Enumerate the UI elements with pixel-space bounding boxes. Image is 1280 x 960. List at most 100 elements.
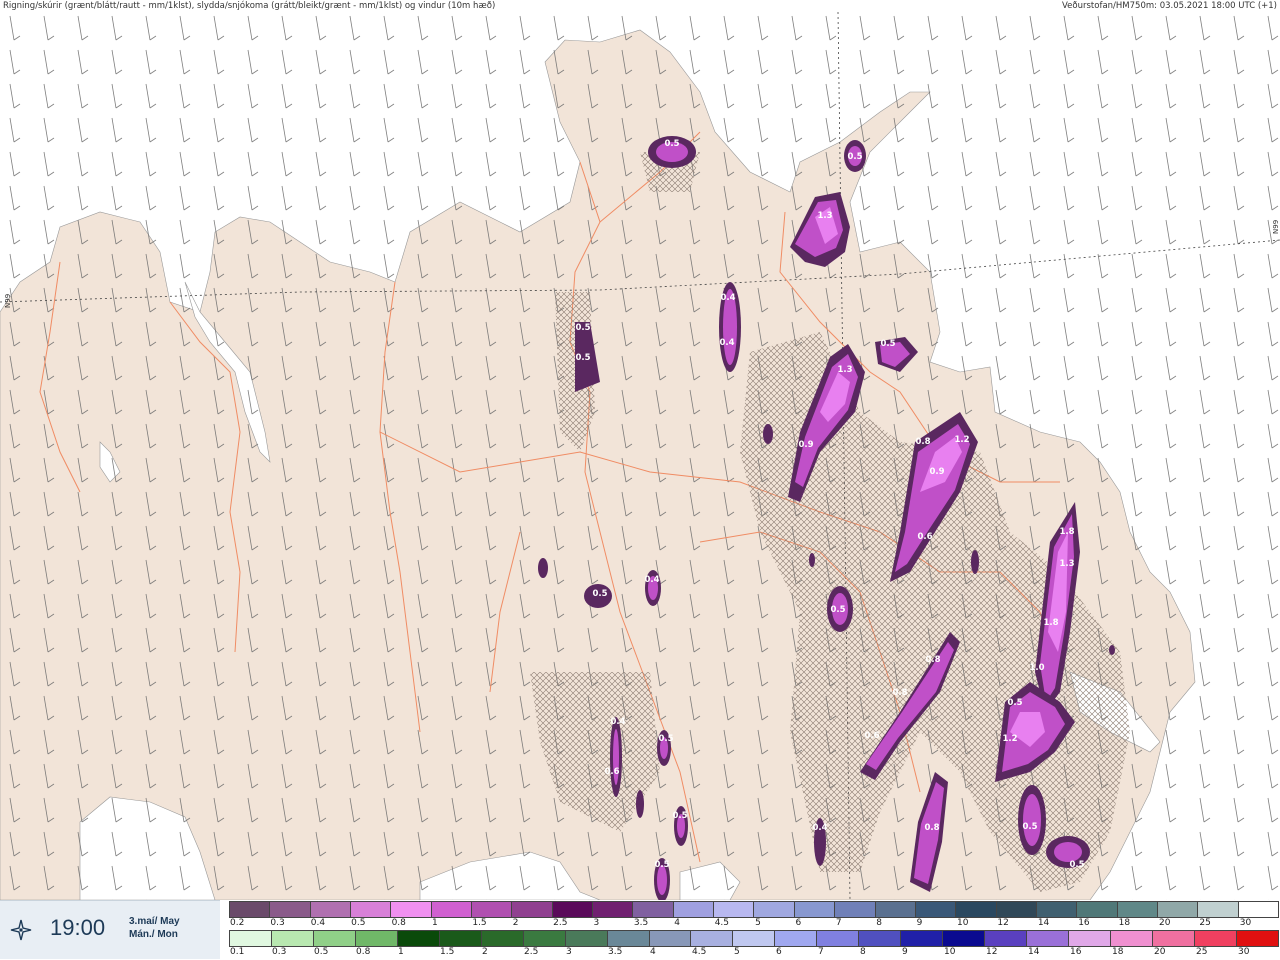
precip-label: 1.3 bbox=[817, 211, 832, 221]
colorbar-swatch bbox=[593, 902, 634, 917]
grid-label-west: N99 bbox=[4, 294, 12, 308]
colorbar-swatch bbox=[481, 931, 524, 946]
precip-label: 1.2 bbox=[1002, 734, 1017, 744]
precip-label: 0.9 bbox=[929, 467, 944, 477]
colorbar-label: 2.5 bbox=[524, 947, 539, 957]
colorbar-swatch bbox=[1036, 902, 1078, 917]
colorbar-swatch bbox=[552, 902, 594, 917]
time-panel: 19:00 3.maí/ May Mán./ Mon bbox=[0, 900, 220, 959]
colorbar-swatch bbox=[733, 931, 776, 946]
colorbar-swatch bbox=[565, 931, 608, 946]
precip-label: 0.6 bbox=[917, 532, 932, 542]
precip-label: 0.5 bbox=[575, 323, 590, 333]
colorbar-swatch bbox=[397, 931, 440, 946]
colorbar-label: 14 bbox=[1028, 947, 1040, 957]
precip-label: 0.4 bbox=[610, 717, 625, 727]
colorbar-swatch bbox=[431, 902, 473, 917]
colorbar-label: 9 bbox=[902, 947, 908, 957]
precip-label: 0.4 bbox=[720, 293, 735, 303]
precip-label: 1.8 bbox=[1043, 618, 1058, 628]
precip-label: 0.5 bbox=[830, 605, 845, 615]
precip-label: 0.8 bbox=[925, 655, 940, 665]
date-line-1: 3.maí/ May bbox=[129, 916, 180, 927]
colorbar-label: 4 bbox=[650, 947, 656, 957]
precip-label: 0.5 bbox=[658, 734, 673, 744]
colorbar-swatch bbox=[512, 902, 553, 917]
precip-label: 0.5 bbox=[664, 139, 679, 149]
wind-rose-icon[interactable] bbox=[10, 919, 32, 941]
colorbar-swatch bbox=[230, 902, 271, 917]
precip-label: 0.5 bbox=[1022, 822, 1037, 832]
precip-label: 0.8 bbox=[915, 437, 930, 447]
snow-colorbar-swatches bbox=[229, 930, 1279, 947]
colorbar-swatch bbox=[775, 931, 818, 946]
precip-label: 0.5 bbox=[592, 589, 607, 599]
colorbar-swatch bbox=[1236, 931, 1278, 946]
colorbar-swatch bbox=[649, 931, 692, 946]
colorbar-swatch bbox=[1077, 902, 1118, 917]
precip-label: 0.6 bbox=[864, 731, 879, 741]
colorbar-label: 7 bbox=[818, 947, 824, 957]
precip-label: 1.8 bbox=[1059, 527, 1074, 537]
colorbar-label: 3.5 bbox=[608, 947, 623, 957]
snow-colorbar-labels: 0.1 0.3 0.5 0.8 1 1.5 2 2.5 3 3.5 4 4.5 5 6 7 8 9 10 12 14 1… bbox=[229, 947, 1279, 960]
colorbar-swatch bbox=[1152, 931, 1195, 946]
map-source-label: Veðurstofan/HM750m: 03.05.2021 18:00 UTC… bbox=[1062, 1, 1277, 11]
colorbar-label: 0.3 bbox=[272, 947, 287, 957]
colorbar-label: 10 bbox=[944, 947, 956, 957]
forecast-time: 19:00 bbox=[50, 915, 106, 940]
colorbar-swatch bbox=[633, 902, 674, 917]
colorbar-swatch bbox=[439, 931, 482, 946]
precip-label: 1.2 bbox=[954, 435, 969, 445]
colorbar-swatch bbox=[956, 902, 997, 917]
forecast-date: 3.maí/ May Mán./ Mon bbox=[129, 915, 180, 941]
colorbar-label: 1.5 bbox=[440, 947, 455, 957]
colorbar-swatch bbox=[391, 902, 432, 917]
colorbar-swatch bbox=[915, 902, 957, 917]
precip-label: 0.5 bbox=[1069, 860, 1084, 870]
precip-label: 0.5 bbox=[672, 811, 687, 821]
weather-map[interactable]: N99 N99 0.5 0.5 1.3 0.4 0.4 0.5 0.5 1.3 … bbox=[0, 12, 1280, 900]
colorbar-label: 8 bbox=[860, 947, 866, 957]
precip-label: 0.4 bbox=[812, 823, 827, 833]
colorbar-swatch bbox=[472, 902, 513, 917]
colorbar-label: 16 bbox=[1070, 947, 1082, 957]
colorbar-label: 0.8 bbox=[356, 947, 371, 957]
colorbar-label: 1 bbox=[398, 947, 404, 957]
colorbar-label: 25 bbox=[1196, 947, 1208, 957]
colorbar-label: 2 bbox=[482, 947, 488, 957]
colorbar-label: 12 bbox=[986, 947, 998, 957]
precip-label: 0.9 bbox=[798, 440, 813, 450]
precip-label: 1.3 bbox=[837, 365, 852, 375]
colorbar-label: 0.1 bbox=[230, 947, 245, 957]
colorbar-label: 30 bbox=[1238, 947, 1250, 957]
colorbar-swatch bbox=[523, 931, 566, 946]
colorbar-swatch bbox=[673, 902, 715, 917]
rain-colorbar-swatches bbox=[229, 901, 1279, 918]
precip-label: 0.5 bbox=[847, 152, 862, 162]
precip-label: 1.0 bbox=[1029, 663, 1044, 673]
colorbar-label: 5 bbox=[734, 947, 740, 957]
rain-colorbar: 0.2 0.3 0.4 0.5 0.8 1 1.5 2 2.5 3 3.5 4 4.5 5 6 7 8 9 10 12… bbox=[229, 901, 1279, 929]
colorbar-swatch bbox=[691, 931, 734, 946]
colorbar-swatch bbox=[313, 931, 356, 946]
grid-label-east: N99 bbox=[1272, 220, 1280, 234]
map-title: Rigning/skúrir (grænt/blátt/rautt - mm/1… bbox=[3, 1, 496, 11]
colorbar-swatch bbox=[817, 931, 860, 946]
precip-label: 0.8 bbox=[892, 688, 907, 698]
precip-label: 0.5 bbox=[880, 339, 895, 349]
precip-label: 1.3 bbox=[1059, 559, 1074, 569]
precip-label: 0.4 bbox=[644, 575, 659, 585]
colorbar-label: 4.5 bbox=[692, 947, 707, 957]
colorbar-swatch bbox=[1069, 931, 1112, 946]
colorbar-swatch bbox=[1117, 902, 1158, 917]
colorbar-swatch bbox=[271, 931, 314, 946]
colorbar-swatch bbox=[270, 902, 311, 917]
colorbar-label: 3 bbox=[566, 947, 572, 957]
colorbar-swatch bbox=[1238, 902, 1278, 917]
colorbar-swatch bbox=[355, 931, 398, 946]
colorbar-swatch bbox=[310, 902, 352, 917]
date-line-2: Mán./ Mon bbox=[129, 929, 178, 940]
colorbar-swatch bbox=[754, 902, 795, 917]
colorbar-label: 18 bbox=[1112, 947, 1124, 957]
